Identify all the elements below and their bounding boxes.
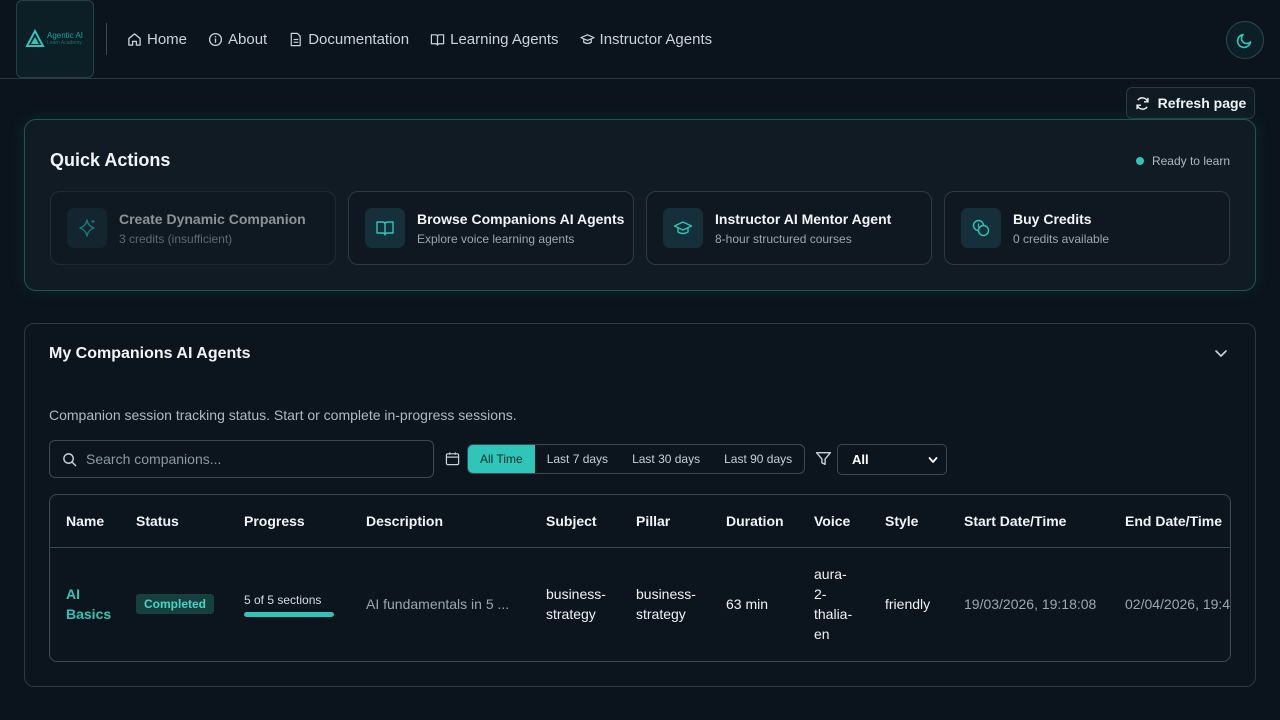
qa-card-subtitle: Explore voice learning agents [417,231,575,246]
graduation-cap-icon [579,33,595,44]
nav-learning-agents-label: Learning Agents [450,30,559,48]
column-header[interactable]: Voice [814,513,850,529]
pillar-cell: business- strategy [636,586,696,622]
qa-card-title: Instructor AI Mentor Agent [715,210,892,227]
home-icon [128,32,141,46]
quick-actions-panel: Quick Actions Ready to learn Create Dyna… [24,119,1256,291]
document-icon [290,32,302,46]
column-header[interactable]: Duration [726,513,784,529]
nav-documentation-label: Documentation [308,30,410,48]
qa-card-subtitle: 3 credits (insufficient) [119,231,233,246]
column-header[interactable]: Description [366,513,443,529]
column-header[interactable]: Start Date/Time [964,513,1066,529]
header-divider [106,23,107,55]
nav-home-label: Home [147,30,188,48]
quick-actions-title: Quick Actions [50,150,171,170]
column-header[interactable]: Pillar [636,513,670,529]
progress-bar [244,612,334,617]
qa-icon-box [961,208,1001,248]
qa-card-title: Create Dynamic Companion [119,210,306,227]
logo-icon [25,29,45,47]
column-header[interactable]: End Date/Time [1125,513,1222,529]
search-input[interactable] [86,451,406,467]
theme-toggle-button[interactable] [1226,21,1264,59]
qa-card-subtitle: 8-hour structured courses [715,231,852,246]
companions-title: My Companions AI Agents [49,345,251,362]
buy-credits-card[interactable]: Buy Credits 0 credits available [944,191,1230,265]
ready-status: Ready to learn [1135,154,1230,168]
refresh-page-label: Refresh page [1157,95,1247,111]
column-header[interactable]: Subject [546,513,597,529]
qa-card-title: Browse Companions AI Agents [417,210,625,227]
companion-name-link[interactable]: AI Basics [66,584,111,624]
book-icon [430,33,445,46]
style-cell: friendly [885,596,931,612]
refresh-page-button[interactable]: Refresh page [1126,87,1255,119]
subject-cell: business- strategy [546,586,606,622]
progress-fill [244,612,334,617]
end-date-cell: 02/04/2026, 19:4 [1125,596,1231,612]
column-header[interactable]: Name [66,513,104,529]
status-filter-select[interactable]: All [837,444,947,475]
calendar-icon [445,452,460,466]
column-header[interactable]: Style [885,513,918,529]
ready-status-label: Ready to learn [1151,154,1230,168]
create-dynamic-companion-card[interactable]: Create Dynamic Companion 3 credits (insu… [50,191,336,265]
companions-table: Name Status Progress Description Subject… [49,494,1231,662]
filter-icon [815,451,832,466]
nav-instructor-agents[interactable]: Instructor Agents [579,30,713,48]
refresh-icon [1136,96,1149,110]
status-filter-value: All [852,452,869,467]
nav-about-label: About [228,30,268,48]
qa-icon-box [67,208,107,248]
main-nav: Home About Documentation Learning Agents… [127,0,712,78]
duration-cell: 63 min [726,596,769,612]
column-header[interactable]: Status [136,513,179,529]
range-last-7-days[interactable]: Last 7 days [535,445,620,473]
qa-card-title: Buy Credits [1013,210,1092,227]
coins-icon [972,219,990,237]
nav-home[interactable]: Home [127,31,187,48]
column-header[interactable]: Progress [244,513,305,529]
moon-icon [1236,33,1252,49]
nav-learning-agents[interactable]: Learning Agents [430,30,559,48]
qa-icon-box [365,208,405,248]
info-icon [208,32,223,46]
my-companions-panel: My Companions AI Agents Companion sessio… [24,323,1256,687]
graduation-cap-icon [673,221,693,235]
companions-description: Companion session tracking status. Start… [49,407,517,423]
instructor-mentor-card[interactable]: Instructor AI Mentor Agent 8-hour struct… [646,191,932,265]
nav-about[interactable]: About [208,31,267,48]
search-icon [63,452,77,466]
range-all-time[interactable]: All Time [468,445,535,473]
qa-icon-box [663,208,703,248]
chevron-down-icon [928,456,938,463]
date-range-toggle: All Time Last 7 days Last 30 days Last 9… [467,444,806,474]
progress-text: 5 of 5 sections [244,593,322,607]
voice-cell: aura- 2- thalia- en [814,566,853,642]
app-logo[interactable]: Agentic AI Learn Academy [16,0,94,78]
range-last-90-days[interactable]: Last 90 days [712,445,804,473]
logo-subtext: Learn Academy [47,40,82,46]
status-badge: Completed [136,594,215,614]
qa-card-subtitle: 0 credits available [1013,231,1110,246]
nav-instructor-agents-label: Instructor Agents [599,30,713,48]
top-navigation-bar: Agentic AI Learn Academy Home About Docu… [0,0,1280,79]
range-last-30-days[interactable]: Last 30 days [620,445,712,473]
chevron-down-icon[interactable] [1214,346,1228,360]
sparkle-icon [79,219,95,237]
logo-text: Agentic AI [47,31,84,40]
start-date-cell: 19/03/2026, 19:18:08 [964,596,1097,612]
status-dot [1135,157,1144,165]
table-header-row: Name Status Progress Description Subject… [50,495,1230,548]
browse-companions-card[interactable]: Browse Companions AI Agents Explore voic… [348,191,634,265]
description-cell: AI fundamentals in 5 ... [366,596,510,612]
book-open-icon [376,221,394,236]
nav-documentation[interactable]: Documentation [288,31,409,48]
search-box[interactable] [49,440,434,478]
